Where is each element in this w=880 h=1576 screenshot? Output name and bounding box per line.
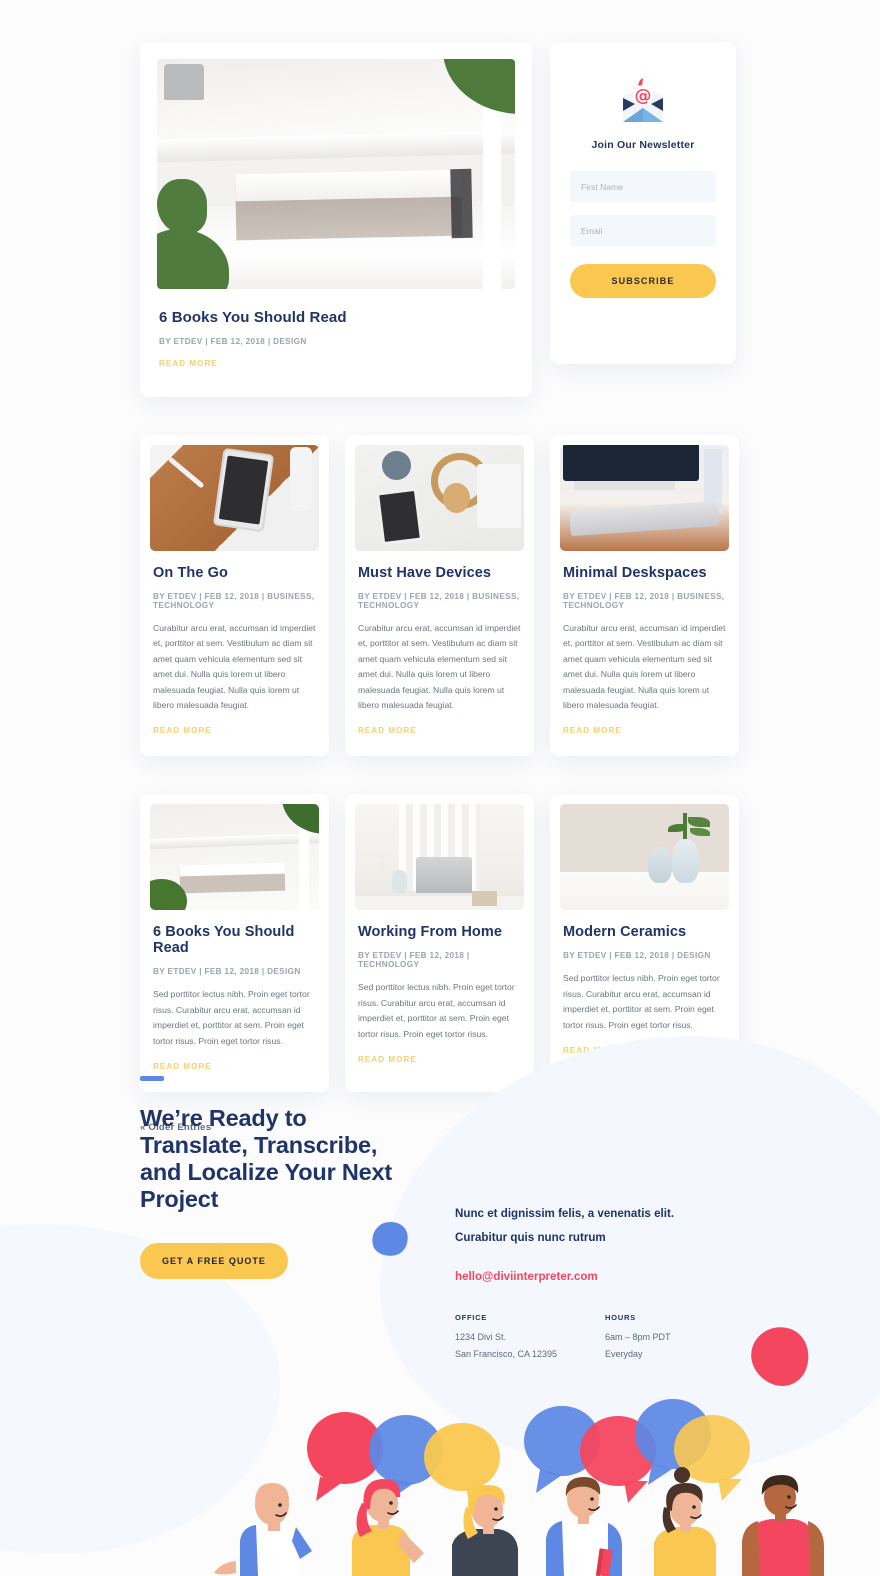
post-title[interactable]: Minimal Deskspaces <box>563 565 726 581</box>
post-excerpt: Curabitur arcu erat, accumsan id imperdi… <box>153 623 316 711</box>
post-thumbnail <box>560 445 729 551</box>
first-name-input[interactable] <box>570 171 716 202</box>
featured-post-title[interactable]: 6 Books You Should Read <box>159 309 513 326</box>
office-address-line-1: 1234 Divi St. <box>455 1332 507 1342</box>
post-thumbnail <box>355 445 524 551</box>
cta-contact-block: Nunc et dignissim felis, a venenatis eli… <box>455 1202 755 1363</box>
newsletter-signup-card: @ Join Our Newsletter SUBSCRIBE <box>550 42 736 364</box>
post-title[interactable]: Working From Home <box>358 924 521 940</box>
post-excerpt: Curabitur arcu erat, accumsan id imperdi… <box>563 623 726 711</box>
accent-bar <box>140 1076 164 1081</box>
hours-line-1: 6am – 8pm PDT <box>605 1332 671 1342</box>
blog-section: 6 Books You Should Read BY ETDEV | FEB 1… <box>0 0 880 1133</box>
get-a-free-quote-button[interactable]: GET A FREE QUOTE <box>140 1243 288 1279</box>
hours-line-2: Everyday <box>605 1349 643 1359</box>
post-title[interactable]: Modern Ceramics <box>563 924 726 940</box>
featured-post-byline: BY ETDEV | FEB 12, 2018 | DESIGN <box>159 337 307 346</box>
people-with-speech-bubbles-illustration <box>214 1399 824 1576</box>
office-label: OFFICE <box>455 1313 488 1322</box>
featured-post-image <box>157 59 515 289</box>
subscribe-button[interactable]: SUBSCRIBE <box>570 264 716 298</box>
read-more-link[interactable]: READ MORE <box>153 726 212 735</box>
post-byline: BY ETDEV | FEB 12, 2018 | DESIGN <box>153 967 301 977</box>
contact-email-link[interactable]: hello@diviinterpreter.com <box>455 1270 598 1283</box>
cta-heading: We’re Ready to Translate, Transcribe, an… <box>140 1105 392 1212</box>
post-thumbnail <box>150 804 319 911</box>
post-title[interactable]: 6 Books You Should Read <box>153 924 316 956</box>
read-more-link[interactable]: READ MORE <box>358 726 417 735</box>
office-address-line-2: San Francisco, CA 12395 <box>455 1349 558 1359</box>
read-more-link[interactable]: READ MORE <box>563 726 622 735</box>
envelope-at-icon: @ <box>570 66 716 126</box>
cta-lead-line-2: Curabitur quis nunc rutrum <box>455 1231 606 1244</box>
post-title[interactable]: On The Go <box>153 565 316 581</box>
post-byline: BY ETDEV | FEB 12, 2018 | BUSINESS, TECH… <box>563 592 725 610</box>
post-byline: BY ETDEV | FEB 12, 2018 | DESIGN <box>563 951 711 961</box>
post-card-must-have-devices[interactable]: Must Have Devices BY ETDEV | FEB 12, 201… <box>345 435 534 757</box>
post-byline: BY ETDEV | FEB 12, 2018 | BUSINESS, TECH… <box>153 592 315 610</box>
post-thumbnail <box>355 804 524 911</box>
post-byline: BY ETDEV | FEB 12, 2018 | BUSINESS, TECH… <box>358 592 520 610</box>
post-byline: BY ETDEV | FEB 12, 2018 | TECHNOLOGY <box>358 951 470 970</box>
email-input[interactable] <box>570 215 716 246</box>
hours-info-column: HOURS 6am – 8pm PDT Everyday <box>605 1313 755 1363</box>
newsletter-title: Join Our Newsletter <box>591 139 695 151</box>
office-info-column: OFFICE 1234 Divi St. San Francisco, CA 1… <box>455 1313 605 1363</box>
hours-label: HOURS <box>605 1313 636 1322</box>
post-card-on-the-go[interactable]: On The Go BY ETDEV | FEB 12, 2018 | BUSI… <box>140 435 329 757</box>
featured-read-more-link[interactable]: READ MORE <box>159 359 218 368</box>
post-thumbnail <box>560 804 729 911</box>
post-title[interactable]: Must Have Devices <box>358 565 521 581</box>
featured-post-card[interactable]: 6 Books You Should Read BY ETDEV | FEB 1… <box>140 42 532 397</box>
cta-lead-line-1: Nunc et dignissim felis, a venenatis eli… <box>455 1207 675 1220</box>
post-excerpt: Curabitur arcu erat, accumsan id imperdi… <box>358 623 521 711</box>
posts-row-1: On The Go BY ETDEV | FEB 12, 2018 | BUSI… <box>140 435 740 757</box>
post-thumbnail <box>150 445 319 551</box>
featured-row: 6 Books You Should Read BY ETDEV | FEB 1… <box>140 42 740 397</box>
post-card-minimal-deskspaces[interactable]: Minimal Deskspaces BY ETDEV | FEB 12, 20… <box>550 435 739 757</box>
